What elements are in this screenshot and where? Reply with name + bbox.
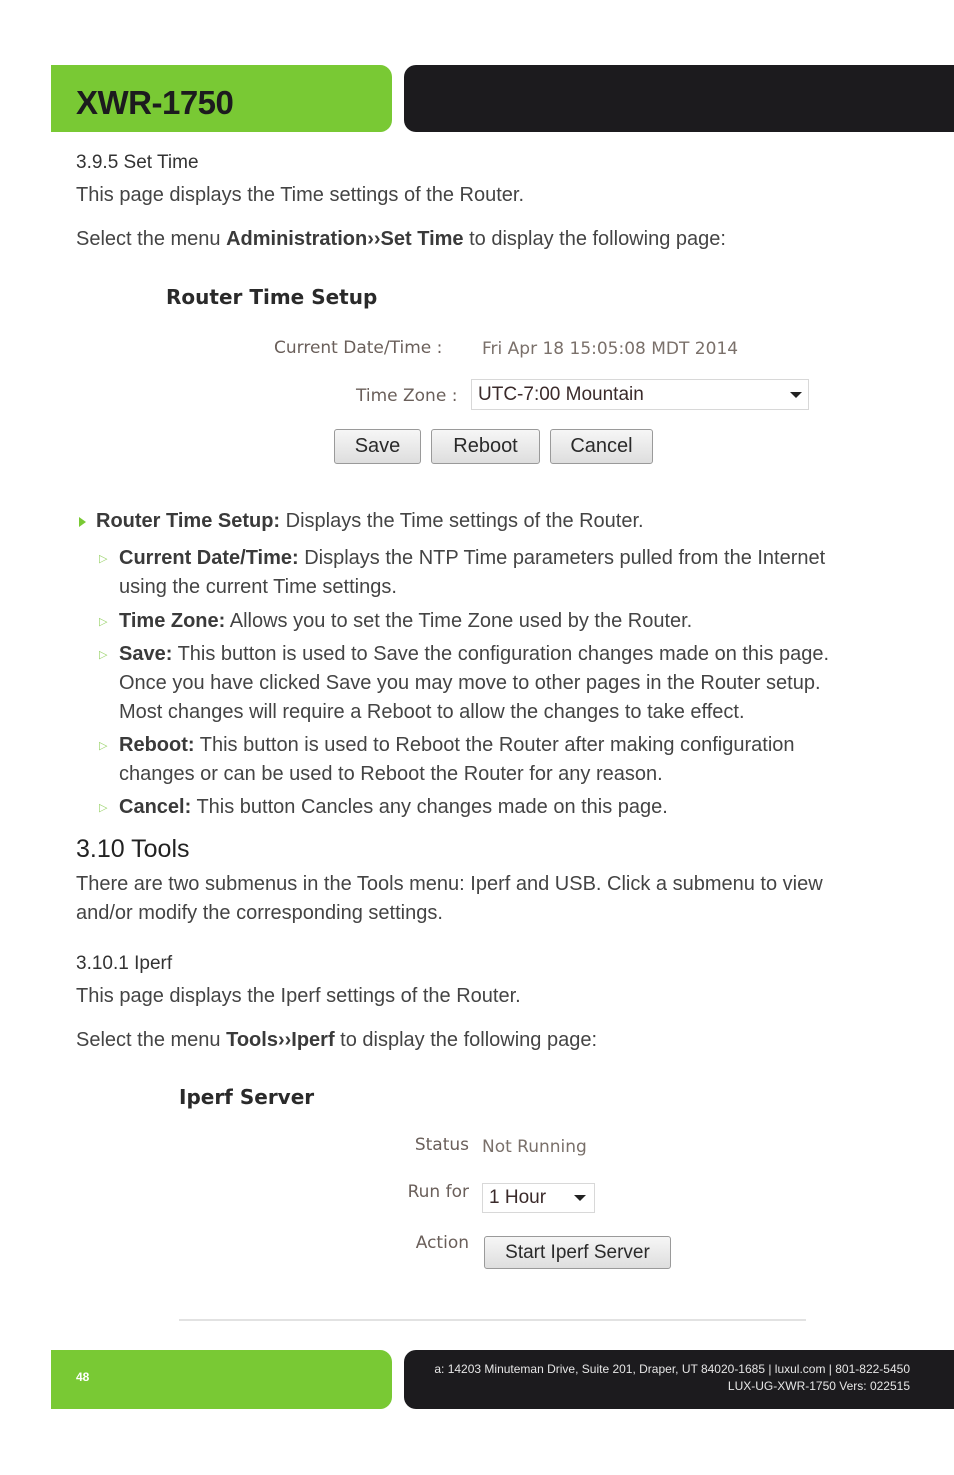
document-title: XWR-1750 [76, 84, 234, 121]
menu-path: Administration››Set Time [226, 228, 464, 250]
bullet-current-datetime: Current Date/Time: Displays the NTP Time… [119, 547, 826, 598]
bullet-router-time-setup: Router Time Setup: Displays the Time set… [96, 510, 644, 532]
timezone-select[interactable]: UTC-7:00 Mountain [471, 379, 809, 410]
status-value: Not Running [482, 1137, 587, 1157]
section-heading-set-time: 3.9.5 Set Time [76, 152, 199, 173]
footer-address: a: 14203 Minuteman Drive, Suite 201, Dra… [434, 1362, 910, 1376]
dropdown-caret-icon [574, 1195, 586, 1201]
set-time-menu-instruction: Select the menu Administration››Set Time… [76, 228, 726, 250]
run-for-select[interactable]: 1 Hour [482, 1183, 595, 1213]
reboot-button[interactable]: Reboot [431, 429, 540, 464]
header-black-bar [404, 65, 954, 132]
bullet-reboot: Reboot: This button is used to Reboot th… [119, 734, 795, 785]
set-time-intro: This page displays the Time settings of … [76, 184, 525, 206]
cancel-button[interactable]: Cancel [550, 429, 653, 464]
dropdown-caret-icon [790, 391, 802, 398]
iperf-server-title: Iperf Server [179, 1085, 315, 1109]
iperf-intro: This page displays the Iperf settings of… [76, 985, 521, 1007]
bullet-cancel: Cancel: This button Cancles any changes … [119, 796, 668, 818]
divider [179, 1319, 806, 1321]
action-label: Action [415, 1233, 469, 1253]
iperf-menu-instruction: Select the menu Tools››Iperf to display … [76, 1029, 598, 1051]
start-iperf-server-button[interactable]: Start Iperf Server [484, 1236, 671, 1269]
bullet-hollow-triangle-icon: ▷ [99, 649, 108, 661]
save-button[interactable]: Save [334, 429, 421, 464]
bullet-hollow-triangle-icon: ▷ [99, 553, 108, 565]
bullet-hollow-triangle-icon: ▷ [99, 802, 108, 814]
page-number: 48 [76, 1370, 90, 1384]
bullet-time-zone: Time Zone: Allows you to set the Time Zo… [119, 610, 693, 632]
status-label: Status [414, 1135, 469, 1155]
footer-green-bar [51, 1350, 392, 1409]
section-heading-tools: 3.10 Tools [76, 835, 190, 863]
bullet-hollow-triangle-icon: ▷ [99, 740, 108, 752]
footer-doc-version: LUX-UG-XWR-1750 Vers: 022515 [727, 1379, 910, 1393]
tools-intro: There are two submenus in the Tools menu… [76, 873, 823, 924]
router-time-setup-title: Router Time Setup [166, 285, 378, 309]
run-for-label: Run for [407, 1182, 469, 1202]
bullet-filled-triangle-icon [79, 517, 86, 527]
current-datetime-label: Current Date/Time : [274, 338, 443, 358]
bullet-save: Save: This button is used to Save the co… [119, 643, 830, 723]
timezone-selected-value: UTC-7:00 Mountain [478, 383, 644, 405]
bullet-hollow-triangle-icon: ▷ [99, 616, 108, 628]
menu-path: Tools››Iperf [226, 1029, 335, 1051]
current-datetime-value: Fri Apr 18 15:05:08 MDT 2014 [482, 339, 739, 359]
section-heading-iperf: 3.10.1 Iperf [76, 953, 173, 974]
timezone-label: Time Zone : [356, 386, 458, 406]
run-for-selected-value: 1 Hour [489, 1187, 547, 1208]
